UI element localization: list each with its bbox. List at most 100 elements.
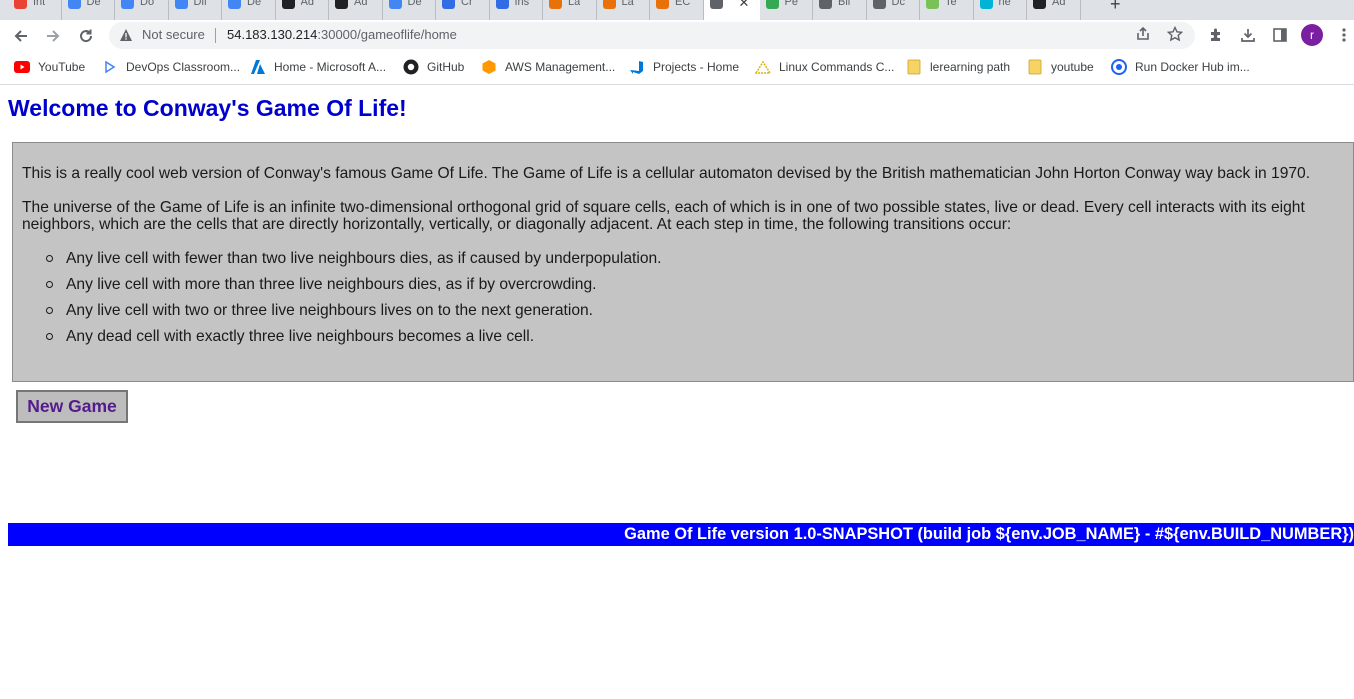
play-icon xyxy=(228,0,241,9)
bookmark-label: Projects - Home xyxy=(653,60,740,74)
address-bar[interactable]: Not secure 54.183.130.214:30000/gameofli… xyxy=(109,22,1195,49)
play-icon xyxy=(388,0,402,9)
browser-tab[interactable]: De xyxy=(62,0,115,20)
azure-devops-icon xyxy=(629,59,645,75)
bookmark-star-icon[interactable] xyxy=(1166,25,1184,46)
bookmark-item[interactable]: AWS Management... xyxy=(481,58,615,76)
page-title: Welcome to Conway's Game Of Life! xyxy=(8,95,407,121)
browser-tab[interactable]: Te xyxy=(920,0,974,20)
docker-icon xyxy=(1111,59,1127,75)
tab-title: Ad xyxy=(354,0,368,8)
menu-kebab-icon[interactable] xyxy=(1334,25,1354,45)
extensions-icon[interactable] xyxy=(1206,25,1226,45)
bookmark-item[interactable]: DevOps Classroom... xyxy=(102,58,240,76)
azure-icon xyxy=(250,59,266,75)
browser-tab[interactable]: Do xyxy=(115,0,169,20)
grid-icon xyxy=(979,0,993,9)
browser-tab[interactable]: Dif xyxy=(169,0,222,20)
browser-tab[interactable]: De xyxy=(222,0,276,20)
aws-icon xyxy=(481,59,497,75)
play-icon xyxy=(102,59,118,75)
intro-panel: This is a really cool web version of Con… xyxy=(12,142,1354,382)
tab-strip: Int De Do Dif De Ad Ad De Cr Ins La La EC ✕ Pe Bil Dc Te n… xyxy=(0,0,1354,20)
bookmark-item[interactable]: lerearning path xyxy=(906,58,1010,76)
bookmark-item[interactable]: Home - Microsoft A... xyxy=(250,58,386,76)
description-paragraph: The universe of the Game of Life is an i… xyxy=(22,199,1305,233)
bookmark-item[interactable]: YouTube xyxy=(14,58,85,76)
browser-tab[interactable]: La xyxy=(597,0,650,20)
youtube-icon xyxy=(14,59,30,75)
linux-icon xyxy=(755,59,771,75)
gmail-icon xyxy=(14,0,27,9)
reload-icon xyxy=(80,29,93,43)
rule-item: Any live cell with more than three live … xyxy=(22,276,1345,302)
browser-toolbar: Not secure 54.183.130.214:30000/gameofli… xyxy=(0,20,1354,51)
url-text[interactable]: 54.183.130.214:30000/gameoflife/home xyxy=(227,27,457,42)
browser-tab[interactable]: Ad xyxy=(1027,0,1081,20)
browser-tab[interactable]: Ad xyxy=(329,0,383,20)
browser-tab[interactable]: ne xyxy=(974,0,1027,20)
tab-title: Do xyxy=(140,0,155,8)
bookmark-label: GitHub xyxy=(427,60,465,74)
tab-title: Int xyxy=(33,0,46,8)
rule-item: Any live cell with fewer than two live n… xyxy=(22,250,1345,276)
bookmark-label: YouTube xyxy=(38,60,86,74)
forward-button[interactable] xyxy=(42,25,64,47)
bookmark-item[interactable]: GitHub xyxy=(403,58,464,76)
rule-item: Any live cell with two or three live nei… xyxy=(22,302,1345,328)
tab-title: La xyxy=(621,0,634,8)
play-icon xyxy=(174,0,188,9)
warning-icon[interactable] xyxy=(119,28,133,42)
omnibox-separator xyxy=(215,28,216,43)
tab-title: Ins xyxy=(514,0,530,8)
github-icon xyxy=(335,0,348,9)
github-icon xyxy=(1033,0,1046,9)
browser-tab[interactable]: La xyxy=(543,0,597,20)
rule-item: Any dead cell with exactly three live ne… xyxy=(22,328,1345,354)
aws-icon xyxy=(602,0,616,9)
tab-title: Bil xyxy=(838,0,851,8)
bookmark-label: Home - Microsoft A... xyxy=(274,60,387,74)
aws-icon xyxy=(656,0,669,9)
play-icon xyxy=(67,0,81,9)
tab-title: De xyxy=(86,0,101,8)
android-icon xyxy=(926,0,939,9)
arrow-right-icon xyxy=(47,30,60,42)
url-host: 54.183.130.214 xyxy=(227,27,318,42)
tab-title: Cr xyxy=(461,0,473,8)
tab-title: La xyxy=(568,0,581,8)
tab-title: Ad xyxy=(300,0,314,8)
browser-tab[interactable]: Dc xyxy=(867,0,920,20)
browser-tab[interactable]: Ad xyxy=(276,0,329,20)
bookmark-item[interactable]: Projects - Home xyxy=(629,58,739,76)
arrow-left-icon xyxy=(14,30,27,42)
browser-tab[interactable]: De xyxy=(383,0,436,20)
profile-avatar[interactable]: r xyxy=(1301,24,1323,46)
bookmark-label: Run Docker Hub im... xyxy=(1135,60,1250,74)
bookmark-item[interactable]: youtube xyxy=(1027,58,1094,76)
tab-title: Dc xyxy=(891,0,905,8)
browser-tab[interactable]: Int xyxy=(8,0,62,20)
browser-tab[interactable]: Cr xyxy=(436,0,490,20)
browser-tab[interactable]: Ins xyxy=(490,0,543,20)
browser-tab[interactable]: EC xyxy=(650,0,704,20)
new-game-button[interactable]: New Game xyxy=(16,390,128,423)
side-panel-icon[interactable] xyxy=(1270,25,1290,45)
browser-tab[interactable]: Bil xyxy=(813,0,867,20)
not-secure-label[interactable]: Not secure xyxy=(142,27,205,42)
rules-list: Any live cell with fewer than two live n… xyxy=(22,250,1345,354)
close-tab-icon[interactable]: ✕ xyxy=(739,0,750,11)
globe-icon xyxy=(709,0,723,9)
browser-tab[interactable]: ✕ xyxy=(703,0,760,20)
bookmark-label: Linux Commands C... xyxy=(779,60,895,74)
reload-button[interactable] xyxy=(75,25,97,47)
tab-title: De xyxy=(247,0,262,8)
new-tab-button[interactable]: + xyxy=(1110,0,1121,15)
bookmark-label: lerearning path xyxy=(930,60,1011,74)
browser-tab[interactable]: Pe xyxy=(760,0,813,20)
bookmark-item[interactable]: Run Docker Hub im... xyxy=(1111,58,1250,76)
bookmark-item[interactable]: Linux Commands C... xyxy=(755,58,894,76)
share-icon[interactable] xyxy=(1135,26,1151,46)
back-button[interactable] xyxy=(10,25,32,47)
download-icon[interactable] xyxy=(1238,25,1258,45)
